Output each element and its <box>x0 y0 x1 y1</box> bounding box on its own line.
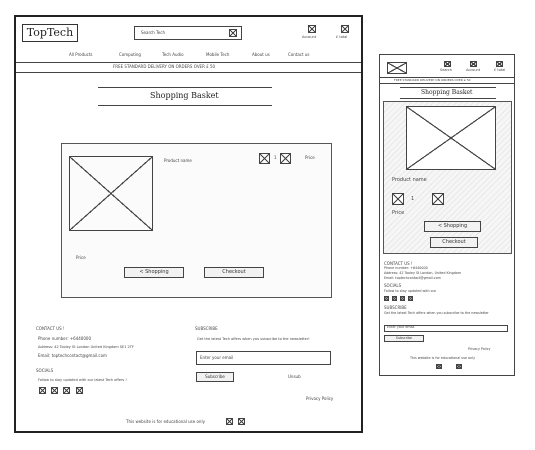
qty-value[interactable]: 1 <box>274 155 277 161</box>
mobile-back-to-shopping-button[interactable]: < Shopping <box>424 221 481 232</box>
mobile-checkout-button[interactable]: Checkout <box>430 237 478 248</box>
increase-qty-icon[interactable] <box>280 153 291 164</box>
mobile-disclaimer-text: This website is for educational use only <box>410 356 476 360</box>
account-label[interactable]: Account <box>302 35 316 39</box>
delivery-banner: FREE STANDARD DELIVERY ON ORDERS OVER £ … <box>16 62 361 73</box>
banner-text: FREE STANDARD DELIVERY ON ORDERS OVER £ … <box>113 64 216 69</box>
price-bottom: Price <box>76 255 86 260</box>
youtube-icon[interactable] <box>76 387 83 394</box>
mobile-basket-icon[interactable] <box>496 61 503 67</box>
subscribe-text: Get the latest Tech offers when you subs… <box>197 337 310 341</box>
search-bar[interactable]: Search Tech <box>134 26 242 40</box>
mobile-account-icon[interactable] <box>470 61 477 67</box>
mobile-frame: Search Account £ total FREE STANDARD DEL… <box>379 54 515 376</box>
mobile-menu-icon[interactable] <box>387 62 407 74</box>
mobile-basket-panel: Product name 1 Price < Shopping Checkout <box>383 101 512 254</box>
phone-text: Phone number: +6440000 <box>38 336 91 341</box>
product-name[interactable]: Product name <box>164 158 192 164</box>
basket-panel: Product name 1 Price Price < Shopping Ch… <box>61 143 332 298</box>
mobile-email-input[interactable]: Enter your email <box>384 325 508 332</box>
contact-title: CONTACT US ! <box>36 326 65 331</box>
mobile-basket-total[interactable]: £ total <box>494 68 505 72</box>
unsubscribe-link[interactable]: Unsub <box>288 374 301 380</box>
mobile-banner-text: FREE STANDARD DELIVERY ON ORDERS OVER £ … <box>394 78 471 82</box>
privacy-policy-link[interactable]: Privacy Policy <box>306 396 333 402</box>
nav-computing[interactable]: Computing <box>119 52 141 58</box>
email-text[interactable]: Email: toptechcontact@gmail.com <box>38 353 107 359</box>
price-label: Price <box>305 155 315 160</box>
mobile-account-label[interactable]: Account <box>466 68 480 72</box>
title-rule-bottom <box>98 105 272 106</box>
nav-all-products[interactable]: All Products <box>69 52 93 58</box>
search-icon[interactable] <box>229 29 237 37</box>
back-to-shopping-button[interactable]: < Shopping <box>124 267 184 278</box>
socials-title: SOCIALS <box>36 368 54 373</box>
footer-icon-2[interactable] <box>238 418 245 425</box>
twitter-icon[interactable] <box>63 387 70 394</box>
mobile-privacy-policy-link[interactable]: Privacy Policy <box>468 347 490 352</box>
mobile-price-label: Price <box>392 210 405 216</box>
nav-contact-us[interactable]: Contact us <box>288 52 309 58</box>
mobile-email-text[interactable]: Email: toptechcontact@gmail.com <box>384 276 441 281</box>
subscribe-title: SUBSCRIBE <box>195 326 218 331</box>
mobile-email-placeholder: Enter your email <box>387 325 415 329</box>
search-input[interactable]: Search Tech <box>141 30 165 36</box>
instagram-icon[interactable] <box>51 387 58 394</box>
page-title: Shopping Basket <box>150 91 219 100</box>
mobile-subscribe-button[interactable]: Subscribe <box>384 335 424 342</box>
nav-about-us[interactable]: About us <box>252 52 270 58</box>
email-placeholder: Enter your email <box>200 355 234 360</box>
mobile-decrease-qty-icon[interactable] <box>392 193 404 205</box>
socials-text: Follow to stay updated with our latest T… <box>38 378 127 382</box>
desktop-frame: TopTech Search Tech Account £ total All … <box>14 15 363 433</box>
basket-icon[interactable] <box>341 25 349 33</box>
mobile-search-icon[interactable] <box>444 61 451 67</box>
facebook-icon[interactable] <box>39 387 46 394</box>
email-input[interactable]: Enter your email <box>196 351 331 365</box>
mobile-footer-icon-1[interactable] <box>436 364 442 369</box>
mobile-search-label[interactable]: Search <box>440 68 452 72</box>
decrease-qty-icon[interactable] <box>259 153 270 164</box>
checkout-button[interactable]: Checkout <box>204 267 264 278</box>
nav-mobile-tech[interactable]: Mobile Tech <box>206 52 229 58</box>
logo[interactable]: TopTech <box>22 24 78 42</box>
mobile-product-name[interactable]: Product name <box>392 177 427 183</box>
address-text: Address: 42 Tooley St London United King… <box>38 345 134 349</box>
title-rule-top <box>98 87 272 88</box>
account-icon[interactable] <box>308 25 316 33</box>
disclaimer-text: This website is for educational use only <box>126 419 205 424</box>
mobile-product-image <box>406 106 496 170</box>
product-image <box>69 156 153 231</box>
mobile-footer-icon-2[interactable] <box>456 364 462 369</box>
basket-total[interactable]: £ total <box>336 35 347 39</box>
mobile-facebook-icon[interactable] <box>384 296 389 301</box>
mobile-increase-qty-icon[interactable] <box>432 193 444 205</box>
mobile-subscribe-text: Get the latest Tech offers when you subs… <box>384 311 489 315</box>
mobile-page-title: Shopping Basket <box>421 89 473 96</box>
mobile-title-rule-bottom <box>400 98 496 99</box>
mobile-socials-text: Follow to stay updated with our <box>384 289 437 293</box>
mobile-qty-value[interactable]: 1 <box>411 196 414 202</box>
nav-tech-audio[interactable]: Tech Audio <box>162 52 184 58</box>
mobile-delivery-banner: FREE STANDARD DELIVERY ON ORDERS OVER £ … <box>380 77 514 84</box>
footer-icon-1[interactable] <box>226 418 233 425</box>
mobile-instagram-icon[interactable] <box>392 296 397 301</box>
subscribe-button[interactable]: Subscribe <box>196 372 234 382</box>
mobile-title-rule-top <box>400 87 496 88</box>
mobile-twitter-icon[interactable] <box>400 296 405 301</box>
mobile-youtube-icon[interactable] <box>408 296 413 301</box>
